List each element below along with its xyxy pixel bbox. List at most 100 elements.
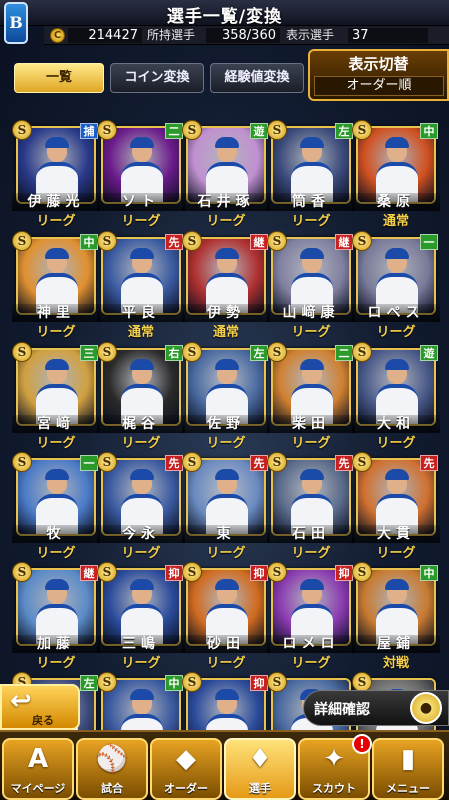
- player-card[interactable]: S 継山﨑康 リーグ: [267, 231, 355, 340]
- player-name: 東: [182, 525, 270, 543]
- rarity-badge: S: [352, 120, 372, 140]
- page-title: 選手一覧/変換: [166, 7, 283, 27]
- player-card-art: [103, 460, 179, 534]
- player-name: 柴田: [267, 415, 355, 433]
- player-card-art: [358, 239, 434, 313]
- player-card[interactable]: S 継伊勢 通常: [182, 231, 270, 340]
- position-badge: 中: [420, 565, 438, 581]
- player-icon: ♦: [248, 744, 272, 774]
- player-card[interactable]: S 中神里 リーグ: [12, 231, 100, 340]
- card-type-label: リーグ: [36, 656, 76, 671]
- rarity-badge: S: [352, 562, 372, 582]
- player-card-art: [103, 570, 179, 644]
- player-card[interactable]: S 中桑原 通常: [352, 120, 440, 229]
- player-card[interactable]: S 遊石井琢 リーグ: [182, 120, 270, 229]
- rarity-badge: S: [12, 452, 32, 472]
- position-badge: 三: [80, 345, 98, 361]
- display-toggle-title: 表示切替: [348, 55, 409, 73]
- player-card-art: [358, 460, 434, 534]
- player-name: 三嶋: [97, 635, 185, 653]
- player-card[interactable]: S 捕伊藤光リーグ: [12, 120, 100, 229]
- detail-confirm-button[interactable]: 詳細確認 ●: [303, 690, 449, 726]
- player-name: 宮﨑: [12, 415, 100, 433]
- player-name: 石田: [267, 525, 355, 543]
- nav-label: スカウト: [312, 782, 356, 795]
- player-card[interactable]: S 一牧リーグ: [12, 452, 100, 561]
- mypage-icon: A: [27, 744, 49, 774]
- card-type-label: リーグ: [36, 546, 76, 561]
- player-card[interactable]: S 継加藤 リーグ: [12, 562, 100, 671]
- nav-order[interactable]: ◆ オーダー: [150, 738, 222, 800]
- player-card-art: [103, 350, 179, 424]
- player-card[interactable]: S 先東リーグ: [182, 452, 270, 561]
- player-name: 筒香: [267, 193, 355, 211]
- card-type-label: リーグ: [291, 656, 331, 671]
- player-card[interactable]: S 先石田 リーグ: [267, 452, 355, 561]
- player-card[interactable]: S 抑三嶋 リーグ: [97, 562, 185, 671]
- player-card[interactable]: S 遊大和 リーグ: [352, 342, 440, 451]
- nav-scout[interactable]: ✦ スカウト!: [298, 734, 372, 800]
- player-card-art: [18, 570, 94, 644]
- player-card[interactable]: S 抑ロメロ リーグ: [267, 562, 355, 671]
- player-card[interactable]: S 三宮﨑 リーグ: [12, 342, 100, 451]
- position-badge: 一: [420, 234, 438, 250]
- rarity-badge: S: [97, 342, 117, 362]
- card-type-label: 通常: [382, 214, 409, 229]
- player-name: 山﨑康: [267, 304, 355, 322]
- display-toggle[interactable]: 表示切替 オーダー順: [308, 49, 449, 101]
- player-card[interactable]: S 左筒香 リーグ: [267, 120, 355, 229]
- rarity-badge: S: [352, 452, 372, 472]
- position-badge: 二: [335, 345, 353, 361]
- player-name: ロメロ: [267, 635, 355, 653]
- nav-menu[interactable]: ▮ メニュー: [372, 738, 444, 800]
- tab-list[interactable]: 一覧: [14, 63, 104, 93]
- display-toggle-value[interactable]: オーダー順: [314, 76, 444, 96]
- bottom-nav: A マイページ ⚾ 試合 ◆ オーダー ♦ 選手 ✦ スカウト! ▮ メニュー: [0, 730, 449, 800]
- player-card[interactable]: S 先大貫 リーグ: [352, 452, 440, 561]
- player-card[interactable]: S 二ソト リーグ: [97, 120, 185, 229]
- detail-confirm-label: 詳細確認: [314, 702, 370, 718]
- nav-label: 選手: [249, 782, 271, 795]
- rarity-badge: S: [267, 231, 287, 251]
- tab-exp-convert[interactable]: 経験値変換: [210, 63, 304, 93]
- nav-mypage[interactable]: A マイページ: [2, 738, 74, 800]
- card-type-label: リーグ: [36, 214, 76, 229]
- rarity-badge: S: [12, 120, 32, 140]
- player-card-art: [188, 350, 264, 424]
- position-badge: 一: [80, 455, 98, 471]
- card-type-label: 通常: [212, 325, 239, 340]
- player-name: 砂田: [182, 635, 270, 653]
- player-card[interactable]: S 抑砂田 リーグ: [182, 562, 270, 671]
- card-type-label: リーグ: [121, 214, 161, 229]
- tab-coin-convert[interactable]: コイン変換: [110, 63, 204, 93]
- coin-count: 214427: [68, 28, 142, 43]
- player-name: 今永: [97, 525, 185, 543]
- position-badge: 捕: [80, 123, 98, 139]
- player-card[interactable]: S 先今永 リーグ: [97, 452, 185, 561]
- team-logo: B: [4, 2, 28, 44]
- player-card[interactable]: S 先平良 通常: [97, 231, 185, 340]
- player-card[interactable]: S 一ロペス リーグ: [352, 231, 440, 340]
- person-icon: ●: [410, 692, 442, 724]
- card-type-label: リーグ: [291, 325, 331, 340]
- card-type-label: リーグ: [206, 546, 246, 561]
- nav-game[interactable]: ⚾ 試合: [76, 738, 148, 800]
- player-card[interactable]: S 右梶谷 リーグ: [97, 342, 185, 451]
- rarity-badge: S: [267, 452, 287, 472]
- player-card[interactable]: S 中屋鋪 対戦: [352, 562, 440, 671]
- player-card-art: [358, 128, 434, 202]
- player-card-art: [273, 239, 349, 313]
- rarity-badge: S: [97, 562, 117, 582]
- player-card[interactable]: S 左佐野 リーグ: [182, 342, 270, 451]
- position-badge: 左: [250, 345, 268, 361]
- position-badge: 先: [165, 455, 183, 471]
- player-name: 平良: [97, 304, 185, 322]
- player-card[interactable]: S 二柴田 リーグ: [267, 342, 355, 451]
- position-badge: 継: [250, 234, 268, 250]
- back-button[interactable]: ↩ 戻る: [0, 684, 80, 730]
- position-badge: 左: [335, 123, 353, 139]
- player-name: 伊藤光: [12, 193, 100, 211]
- nav-players[interactable]: ♦ 選手: [224, 738, 296, 800]
- rarity-badge: S: [267, 672, 287, 692]
- rarity-badge: S: [97, 452, 117, 472]
